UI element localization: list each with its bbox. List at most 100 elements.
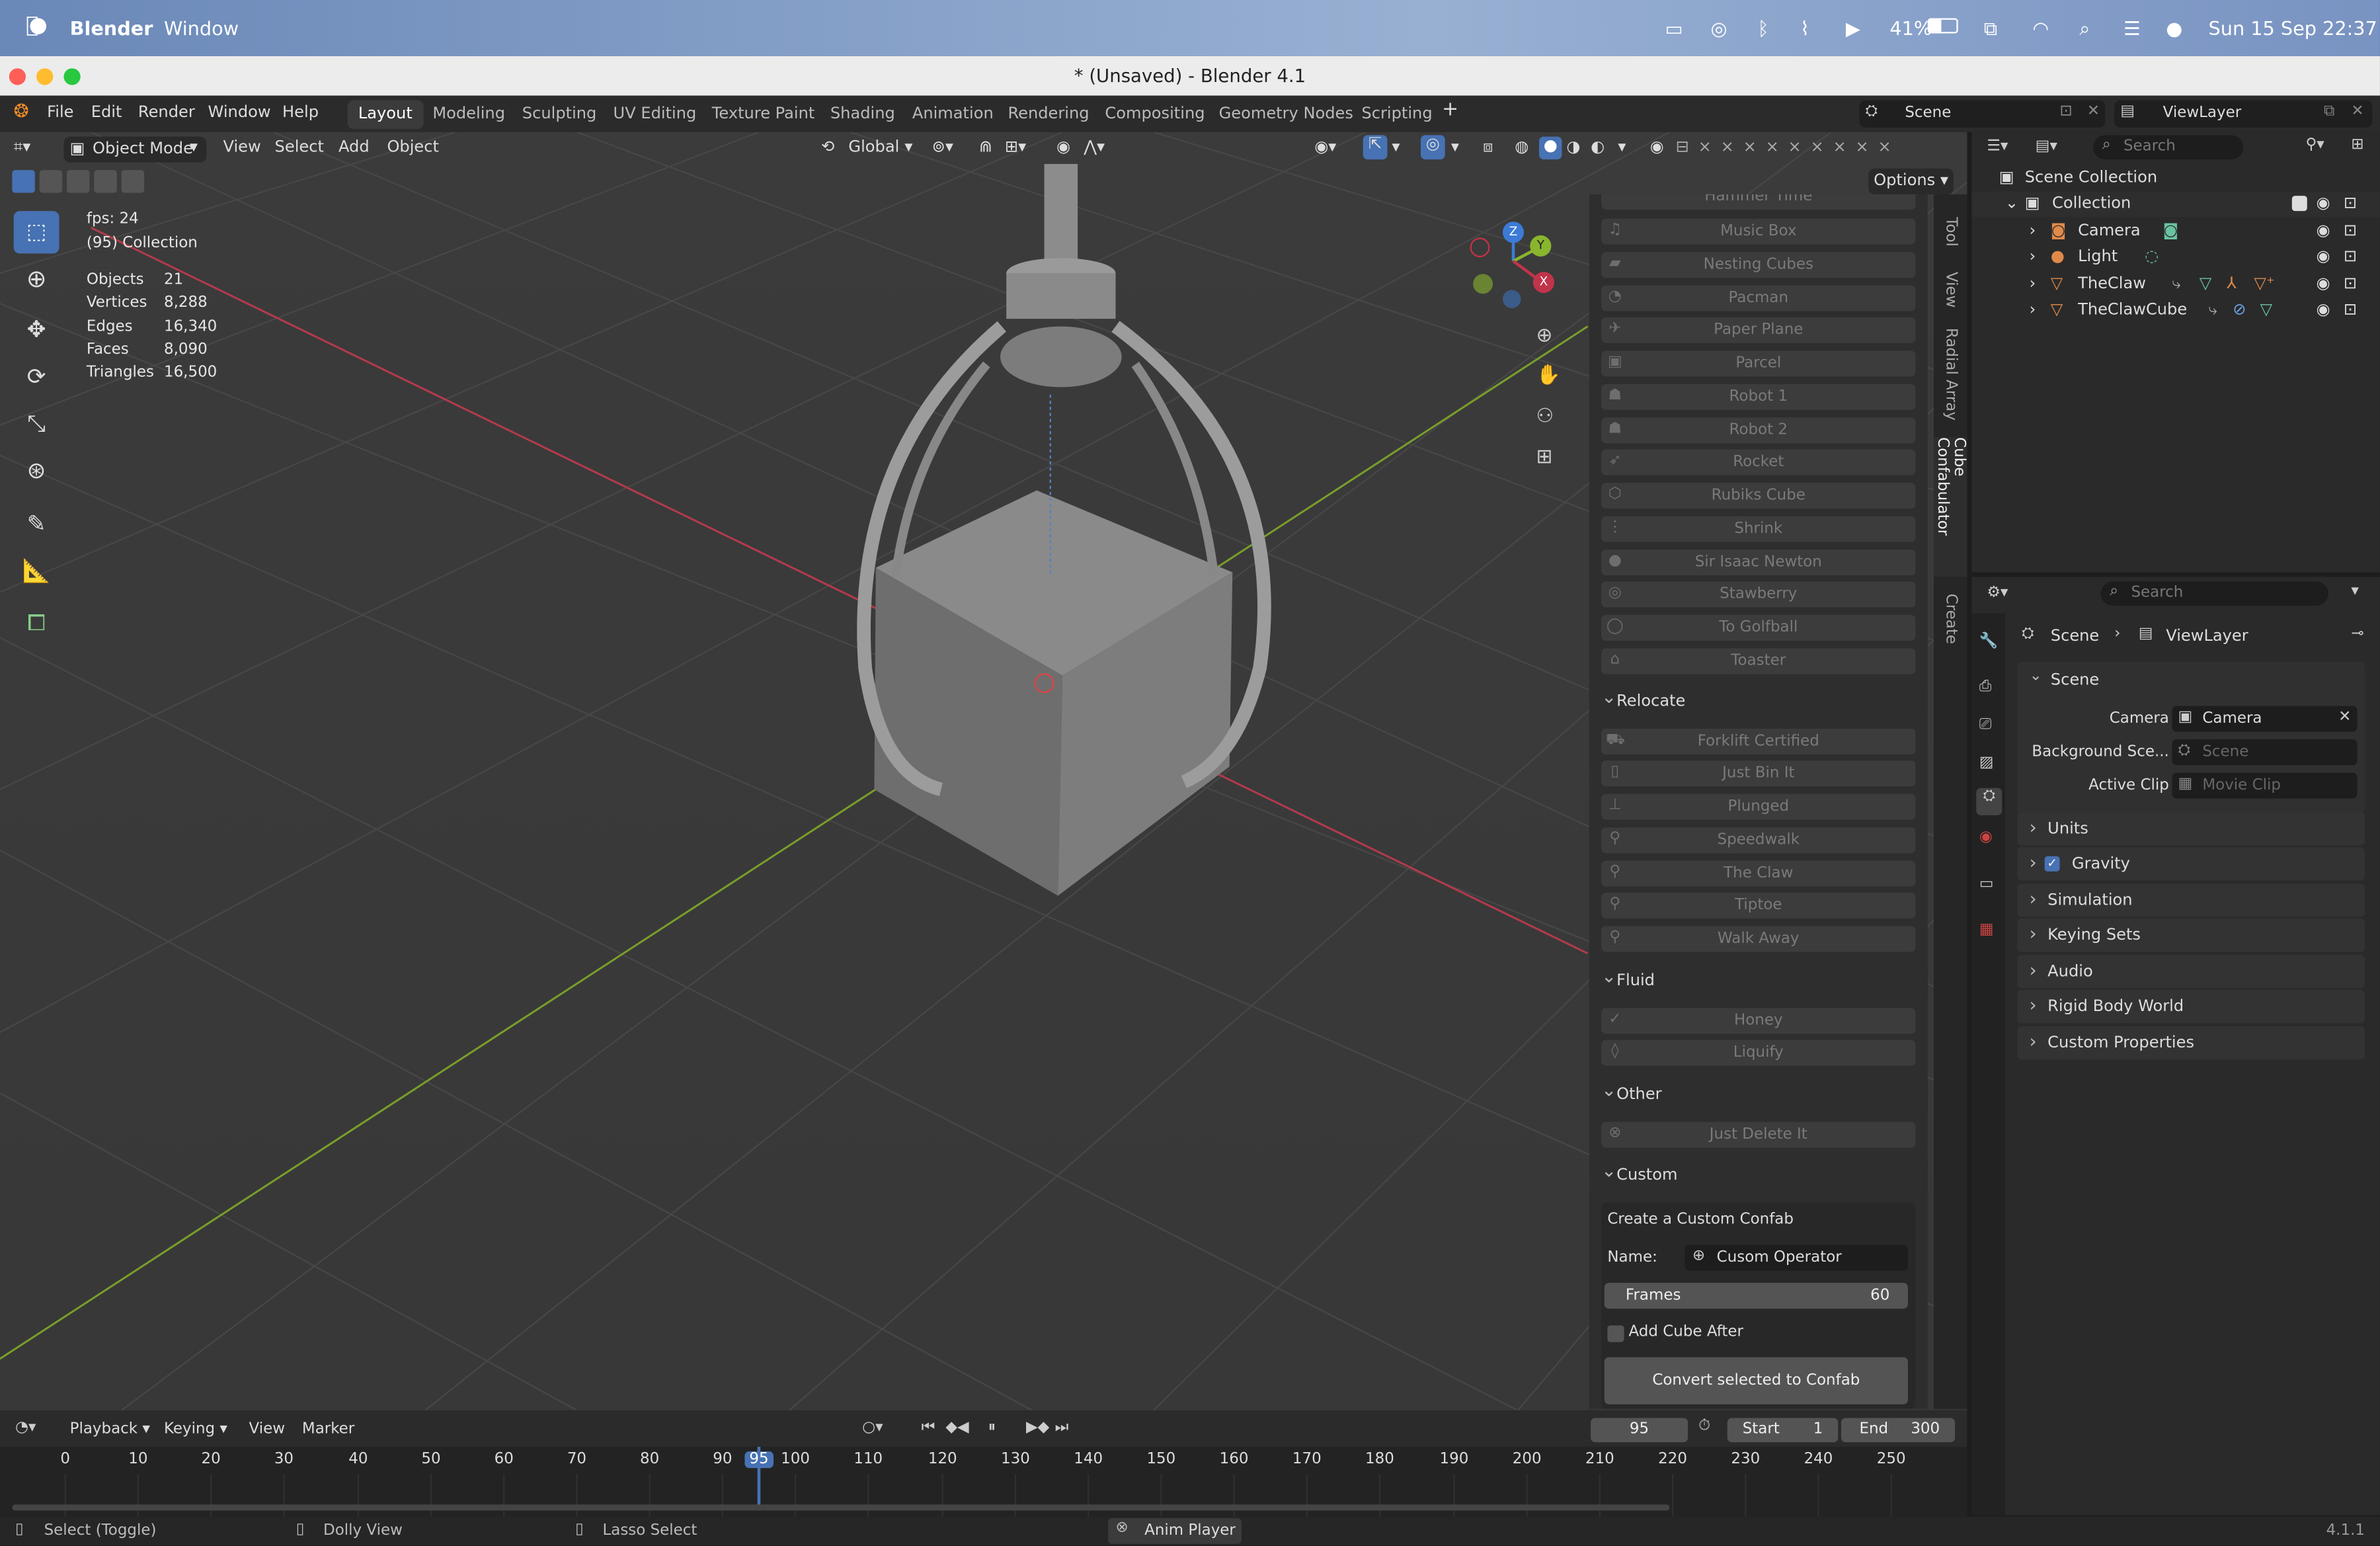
gravity-checkbox[interactable]: ✓: [2044, 856, 2060, 872]
play-icon[interactable]: ▶: [1846, 17, 1860, 39]
render-camera-icon[interactable]: ⊡: [2344, 298, 2357, 323]
playhead-frame[interactable]: 95: [744, 1451, 774, 1469]
collection-tab-icon[interactable]: ▭: [1979, 876, 1994, 893]
stopwatch-icon[interactable]: ⏱: [1698, 1418, 1710, 1434]
section-gravity[interactable]: ✓ Gravity: [2017, 846, 2365, 881]
confab-button[interactable]: ◊ Liquify: [1601, 1039, 1916, 1066]
breadcrumb-viewlayer[interactable]: ViewLayer: [2166, 627, 2248, 645]
section-rigid-body-world[interactable]: Rigid Body World: [2017, 989, 2365, 1024]
zoom-icon[interactable]: ⊕: [1536, 325, 1552, 347]
current-frame-field[interactable]: 95: [1591, 1418, 1688, 1443]
siri-icon[interactable]: ●: [2166, 17, 2182, 39]
menu-timeline-view[interactable]: View: [249, 1421, 285, 1438]
cancel-icon[interactable]: ⊗: [1115, 1520, 1128, 1536]
chevron-down-icon[interactable]: ⌄: [2030, 668, 2042, 684]
wireframe-shading-icon[interactable]: ◍: [1515, 138, 1528, 157]
solid-shading-icon[interactable]: ●: [1539, 136, 1562, 160]
breadcrumb-scene[interactable]: Scene: [2051, 627, 2100, 645]
tab-animation[interactable]: Animation: [902, 101, 1004, 130]
tab-cube-confabulator[interactable]: Cube Confabulator: [1933, 437, 1967, 577]
restrict-toggles-icon[interactable]: ⊟⨯⨯⨯⨯⨯⨯⨯⨯⨯: [1676, 138, 1901, 157]
properties-editor-icon[interactable]: ⚙▾: [1987, 585, 2008, 601]
blender-logo-icon[interactable]: ❂: [14, 101, 29, 122]
tab-scripting[interactable]: Scripting: [1351, 101, 1443, 130]
tab-view[interactable]: View: [1934, 267, 1967, 313]
gizmo-z[interactable]: Z: [1502, 222, 1525, 243]
airdrop-icon[interactable]: ◎: [1710, 17, 1727, 39]
add-workspace-icon[interactable]: +: [1442, 99, 1458, 121]
add-cube-checkbox[interactable]: [1607, 1325, 1624, 1342]
outliner-row-collection[interactable]: ⌄ ▣ Collection ◉ ⊡: [1971, 191, 2380, 218]
confab-button[interactable]: ⊥ Plunged: [1601, 793, 1916, 820]
battery-icon[interactable]: [1927, 18, 1958, 34]
transform-orientation-icon[interactable]: ⟲: [821, 138, 834, 157]
confab-button[interactable]: ☗ Robot 1: [1601, 384, 1916, 410]
output-tab-icon[interactable]: ⎚: [1979, 717, 1991, 733]
tab-texture-paint[interactable]: Texture Paint: [701, 101, 826, 130]
add-cube-tool[interactable]: ⧠: [14, 601, 60, 643]
tool-tab-icon[interactable]: 🔧: [1979, 633, 1999, 649]
screen-mirror-icon[interactable]: ⧉: [1984, 17, 1998, 41]
measure-tool[interactable]: 📐: [14, 549, 60, 592]
gizmo-y[interactable]: Y: [1530, 235, 1552, 257]
select-extend-icon[interactable]: [39, 170, 63, 193]
anim-player-status[interactable]: ⊗ Anim Player: [1108, 1518, 1242, 1544]
section-simulation[interactable]: Simulation: [2017, 882, 2365, 917]
confab-button[interactable]: ● Sir Isaac Newton: [1601, 549, 1916, 576]
filter-icon[interactable]: ⚲▾: [2305, 137, 2324, 153]
pivot-icon[interactable]: ⊚▾: [932, 138, 953, 157]
navigation-gizmo[interactable]: Z Y X: [1460, 216, 1567, 322]
confab-button[interactable]: ⚲ Walk Away: [1601, 926, 1916, 952]
confab-button[interactable]: ⚲ Speedwalk: [1601, 827, 1916, 854]
confab-button[interactable]: Hammer Time: [1601, 194, 1916, 210]
texture-tab-icon[interactable]: ▦: [1979, 922, 1994, 938]
section-units[interactable]: Units: [2017, 811, 2365, 846]
annotate-tool[interactable]: ✎: [14, 503, 60, 545]
exclude-checkbox[interactable]: [2291, 196, 2307, 212]
outliner-editor-icon[interactable]: ☰▾: [1987, 138, 2008, 155]
select-subtract-icon[interactable]: [67, 170, 90, 193]
falloff-icon[interactable]: ⋀▾: [1084, 138, 1105, 157]
menu-marker[interactable]: Marker: [302, 1421, 354, 1438]
section-relocate[interactable]: Relocate: [1589, 680, 1928, 718]
camera-field[interactable]: ▣ Camera ✕: [2172, 706, 2358, 732]
pause-icon[interactable]: ⏸: [988, 1420, 996, 1436]
gizmo-x[interactable]: X: [1532, 271, 1555, 294]
display-icon[interactable]: ▭: [1665, 17, 1683, 39]
menu-edit[interactable]: Edit: [91, 103, 122, 122]
frames-slider[interactable]: Frames 60: [1604, 1283, 1908, 1309]
visibility-icon[interactable]: ◉▾: [1314, 138, 1336, 157]
outliner-row-scene-collection[interactable]: ▣ Scene Collection: [1971, 165, 2380, 192]
new-viewlayer-icon[interactable]: ⧉: [2324, 103, 2334, 120]
confab-button[interactable]: ⊗ Just Delete It: [1601, 1121, 1916, 1148]
confab-button[interactable]: ➶ Rocket: [1601, 449, 1916, 475]
select-new-icon[interactable]: [12, 170, 35, 193]
jump-start-icon[interactable]: ⏮: [922, 1420, 935, 1436]
clear-icon[interactable]: ✕: [2338, 709, 2351, 725]
jump-keyframe-forward-icon[interactable]: ▶◆: [1026, 1420, 1049, 1436]
outliner-row-light[interactable]: › ● Light ◌ ◉ ⊡: [1971, 245, 2380, 270]
outliner-search[interactable]: ⌕ Search: [2093, 135, 2244, 160]
scene-selector[interactable]: ⛭ Scene ⊡ ✕: [1859, 100, 2106, 128]
menu-object[interactable]: Object: [387, 138, 439, 157]
rendered-shading-icon[interactable]: ◐: [1591, 138, 1605, 157]
overlays-icon[interactable]: ◎: [1420, 135, 1445, 160]
end-frame-field[interactable]: End 300: [1841, 1418, 1956, 1443]
network-icon[interactable]: ⌇: [1800, 17, 1809, 39]
outliner-row-theclaw[interactable]: › ▽ TheClaw ⤷ ▽ ⅄ ▽⁺ ◉ ⊡: [1971, 272, 2380, 298]
tab-layout[interactable]: Layout: [347, 100, 423, 130]
tab-modeling[interactable]: Modeling: [422, 101, 516, 130]
outliner-row-camera[interactable]: › ◙ Camera ◙ ◉ ⊡: [1971, 219, 2380, 245]
wifi-icon[interactable]: ◠: [2032, 17, 2049, 39]
menu-add[interactable]: Add: [338, 138, 370, 157]
tab-uv-editing[interactable]: UV Editing: [602, 101, 707, 130]
spotlight-icon[interactable]: ⌕: [2079, 17, 2090, 41]
confab-button[interactable]: ✈ Paper Plane: [1601, 317, 1916, 343]
remove-scene-icon[interactable]: ✕: [2087, 103, 2100, 120]
name-field[interactable]: ⊕ Cusom Operator: [1685, 1244, 1908, 1271]
pan-hand-icon[interactable]: ✋: [1536, 364, 1560, 387]
tab-geometry-nodes[interactable]: Geometry Nodes: [1209, 101, 1365, 130]
zoom-window-button[interactable]: [63, 68, 81, 85]
menu-keying[interactable]: Keying ▾: [164, 1421, 227, 1438]
confab-button[interactable]: ⬡ Rubiks Cube: [1601, 483, 1916, 509]
